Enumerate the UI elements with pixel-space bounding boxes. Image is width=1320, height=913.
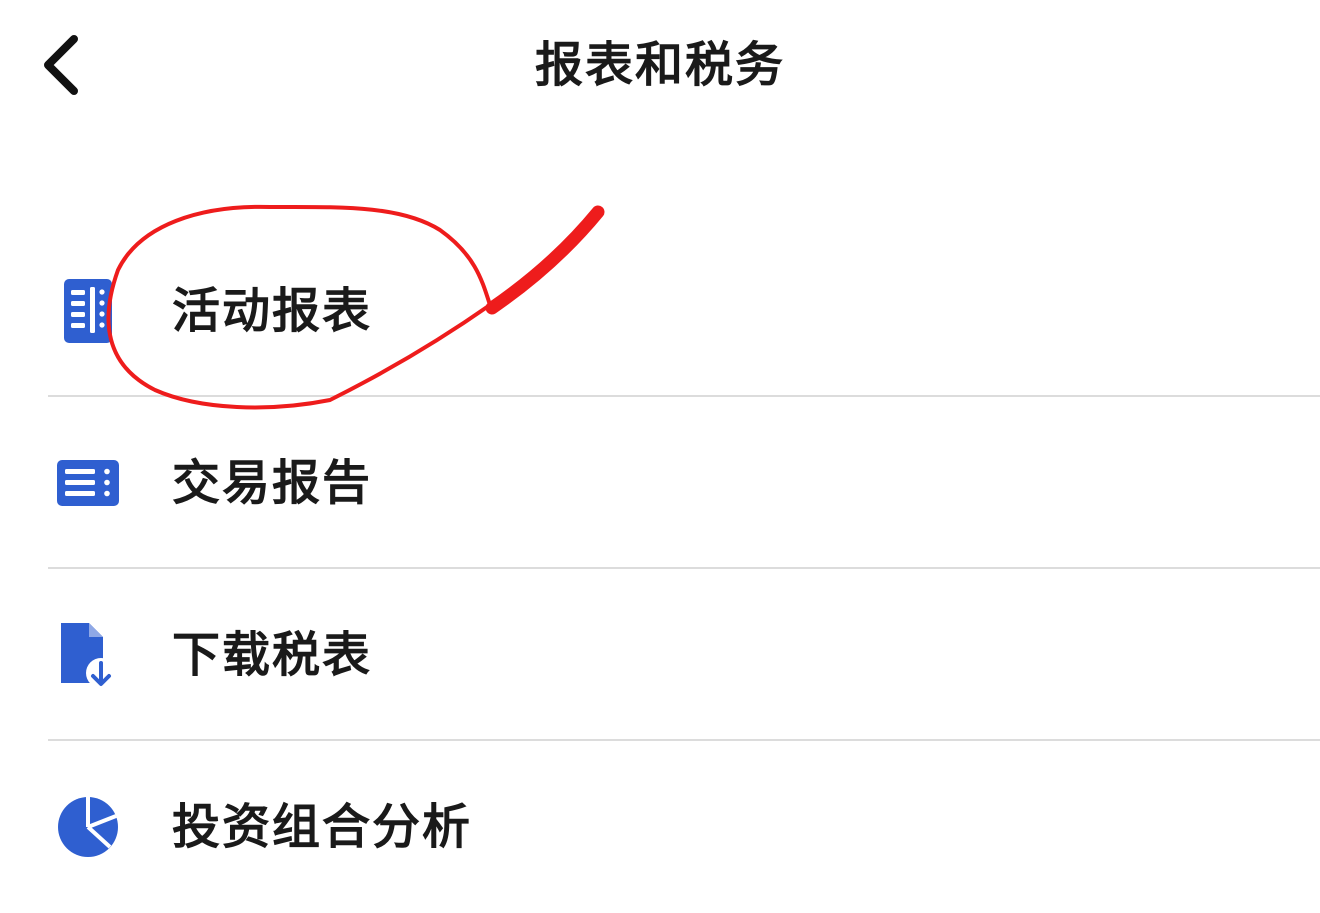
menu-item-label: 交易报告: [172, 455, 373, 511]
menu-list: 活动报表 交易报告 下载税表 投资组合分析: [0, 225, 1320, 913]
menu-item-portfolio-analysis[interactable]: 投资组合分析: [0, 741, 1320, 913]
pie-chart-icon: [52, 791, 124, 863]
page-title: 报表和税务: [534, 37, 785, 93]
menu-item-label: 下载税表: [172, 627, 373, 683]
menu-item-activity-report[interactable]: 活动报表: [0, 225, 1320, 397]
top-nav-bar: 报表和税务: [0, 0, 1320, 140]
menu-item-label: 活动报表: [172, 283, 373, 339]
trade-report-icon: [52, 447, 124, 519]
menu-item-label: 投资组合分析: [172, 799, 473, 855]
activity-report-icon: [52, 275, 124, 347]
menu-item-download-tax-form[interactable]: 下载税表: [0, 569, 1320, 741]
download-tax-form-icon: [52, 619, 124, 691]
menu-item-trade-report[interactable]: 交易报告: [0, 397, 1320, 569]
